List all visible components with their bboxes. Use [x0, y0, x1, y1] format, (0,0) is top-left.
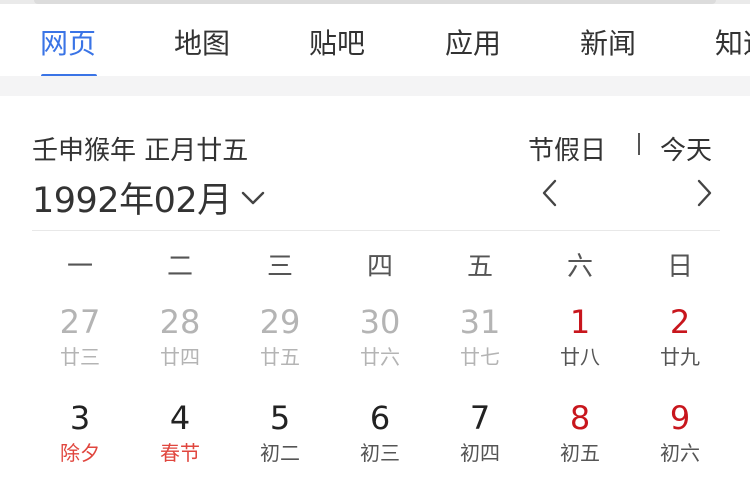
month-selector[interactable]: 1992年02月: [32, 172, 266, 223]
tab-map[interactable]: 地图: [174, 22, 230, 62]
lunar-day: 廿六: [360, 345, 400, 369]
search-tabs: 网页 地图 贴吧 应用 新闻 知道: [0, 4, 750, 78]
lunar-date: 壬申猴年 正月廿五: [32, 136, 249, 166]
day-cell[interactable]: 3 除夕: [30, 398, 130, 488]
day-number: 31: [459, 303, 501, 341]
day-cell[interactable]: 4 春节: [130, 398, 230, 488]
day-cell[interactable]: 28 廿四: [130, 302, 230, 392]
lunar-day: 初五: [560, 441, 600, 465]
day-number: 28: [159, 303, 201, 341]
festival-label: 除夕: [60, 441, 100, 465]
day-number: 2: [669, 303, 691, 341]
day-cell[interactable]: 5 初二: [230, 398, 330, 488]
day-number: 1: [569, 303, 591, 341]
tab-apps[interactable]: 应用: [445, 22, 501, 62]
lunar-day: 初二: [260, 441, 300, 465]
festival-label: 春节: [160, 441, 200, 465]
weekday-thu: 四: [366, 252, 393, 282]
lunar-day: 初四: [460, 441, 500, 465]
tab-web[interactable]: 网页: [40, 22, 96, 62]
weekday-sun: 日: [666, 252, 693, 282]
lunar-day: 廿八: [560, 345, 600, 369]
chevron-down-icon: [241, 191, 264, 204]
day-number: 5: [269, 399, 291, 437]
day-number: 29: [259, 303, 301, 341]
weekday-mon: 一: [66, 252, 93, 282]
day-number: 27: [59, 303, 101, 341]
day-cell[interactable]: 30 廿六: [330, 302, 430, 392]
weekday-header: 一 二 三 四 五 六 日: [30, 246, 730, 286]
lunar-day: 初三: [360, 441, 400, 465]
day-cell[interactable]: 9 初六: [630, 398, 730, 488]
month-label: 1992年02月: [32, 181, 232, 221]
lunar-day: 廿七: [460, 345, 500, 369]
lunar-day: 廿三: [60, 345, 100, 369]
calendar-divider: [32, 230, 720, 231]
day-cell[interactable]: 8 初五: [530, 398, 630, 488]
lunar-day: 廿四: [160, 345, 200, 369]
lunar-day: 廿九: [660, 345, 700, 369]
weekday-fri: 五: [466, 252, 493, 282]
day-cell[interactable]: 27 廿三: [30, 302, 130, 392]
lunar-day: 初六: [660, 441, 700, 465]
chevron-right-icon[interactable]: [692, 178, 716, 208]
today-button[interactable]: 今天: [660, 130, 712, 167]
day-cell[interactable]: 6 初三: [330, 398, 430, 488]
day-number: 6: [369, 399, 391, 437]
tab-news[interactable]: 新闻: [580, 22, 636, 62]
tab-zhidao[interactable]: 知道: [715, 22, 750, 62]
lunar-day: 廿五: [260, 345, 300, 369]
day-cell[interactable]: 1 廿八: [530, 302, 630, 392]
day-cell[interactable]: 7 初四: [430, 398, 530, 488]
day-cell[interactable]: 2 廿九: [630, 302, 730, 392]
day-number: 3: [69, 399, 91, 437]
weekday-tue: 二: [166, 252, 193, 282]
day-number: 30: [359, 303, 401, 341]
section-separator: [0, 76, 750, 96]
holidays-button[interactable]: 节假日: [528, 130, 606, 167]
day-number: 8: [569, 399, 591, 437]
day-number: 4: [169, 399, 191, 437]
day-cell[interactable]: 29 廿五: [230, 302, 330, 392]
day-number: 9: [669, 399, 691, 437]
day-cell[interactable]: 31 廿七: [430, 302, 530, 392]
weekday-sat: 六: [566, 252, 593, 282]
chevron-left-icon[interactable]: [538, 178, 562, 208]
calendar-card: 壬申猴年 正月廿五 1992年02月 节假日 今天 一 二 三 四 五 六 日 …: [0, 96, 750, 500]
weekday-wed: 三: [266, 252, 293, 282]
tab-tieba[interactable]: 贴吧: [309, 22, 365, 62]
header-divider: [638, 133, 640, 155]
day-number: 7: [469, 399, 491, 437]
